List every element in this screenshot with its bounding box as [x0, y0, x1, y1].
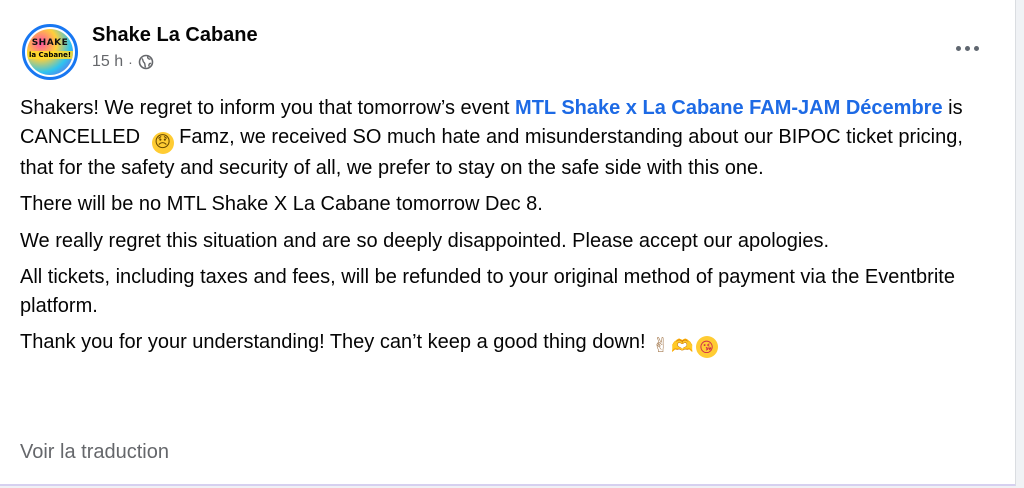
meta-separator: · [128, 54, 133, 70]
disappointed-face-icon: 😞 [151, 131, 174, 154]
post-message: Shakers! We regret to inform you that to… [20, 94, 995, 366]
avatar-logo-subtext: la Cabane! [27, 51, 73, 59]
avatar-logo-text: SHAKE [31, 38, 69, 48]
post-timestamp[interactable]: 15 h [92, 53, 123, 71]
event-link[interactable]: MTL Shake x La Cabane FAM-JAM Décembre [515, 97, 943, 119]
face-blowing-kiss-icon: 😘 [695, 336, 718, 358]
message-paragraph-5: Thank you for your understanding! They c… [20, 328, 995, 358]
message-paragraph-1: Shakers! We regret to inform you that to… [20, 94, 995, 182]
post-meta: 15 h · [92, 53, 154, 71]
victory-hand-icon: ✌ [652, 335, 669, 357]
globe-icon[interactable] [138, 54, 154, 70]
more-options-button[interactable] [949, 36, 985, 60]
see-translation-link[interactable]: Voir la traduction [20, 441, 169, 464]
message-paragraph-3: We really regret this situation and are … [20, 229, 830, 252]
message-paragraph-4: All tickets, including taxes and fees, w… [20, 266, 955, 317]
page-name-link[interactable]: Shake La Cabane [92, 24, 258, 47]
avatar-logo: SHAKE la Cabane! [27, 29, 73, 75]
post-card: SHAKE la Cabane! Shake La Cabane 15 h · … [0, 0, 1016, 486]
message-paragraph-2: There will be no MTL Shake X La Cabane t… [20, 193, 543, 215]
more-options-icon [955, 45, 979, 51]
page-avatar[interactable]: SHAKE la Cabane! [22, 24, 78, 80]
heart-hands-icon: 🫶 [671, 336, 694, 356]
paragraph-5-text: Thank you for your understanding! They c… [20, 331, 646, 353]
paragraph-1-intro: Shakers! We regret to inform you that to… [20, 97, 516, 119]
